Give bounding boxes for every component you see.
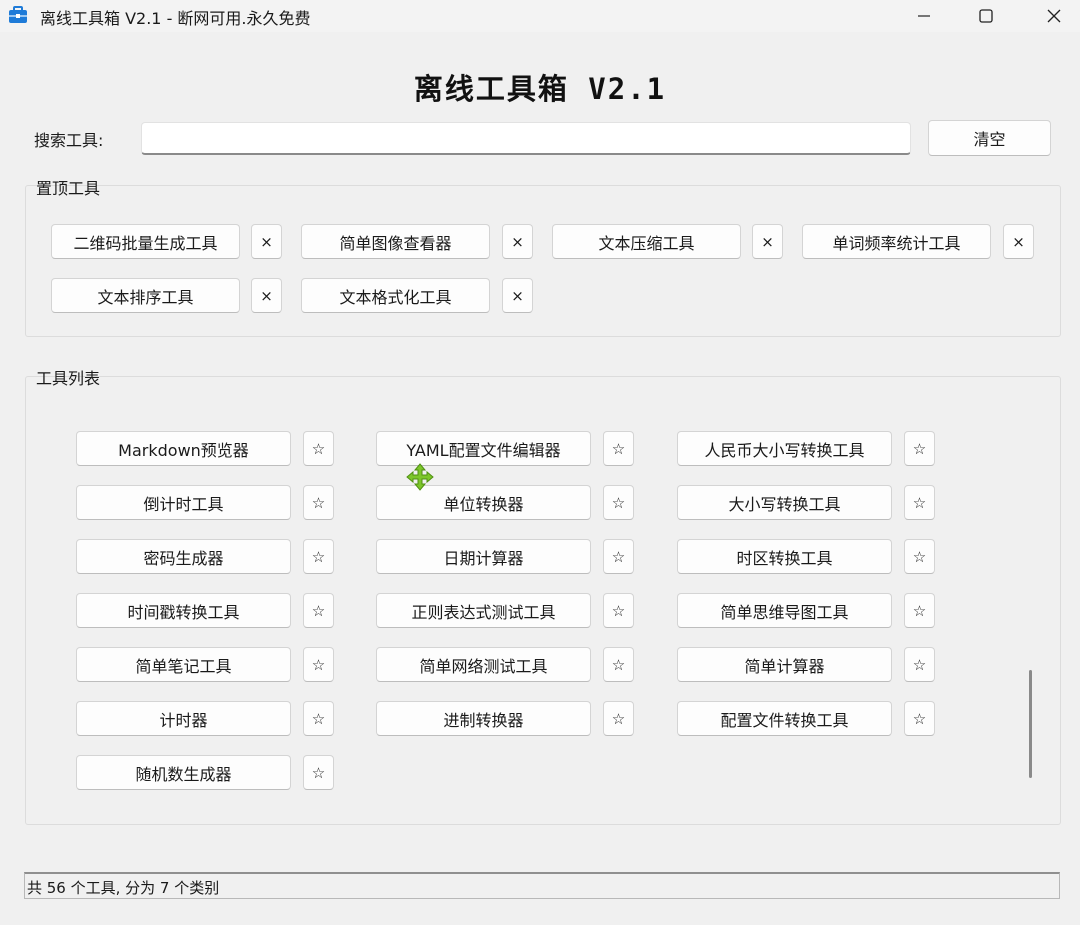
star-icon: ☆ [912, 601, 927, 620]
search-label: 搜索工具: [34, 131, 104, 150]
minimize-button[interactable] [894, 0, 954, 32]
tool-button[interactable]: 密码生成器 [76, 539, 291, 574]
pinned-tool-button[interactable]: 单词频率统计工具 [802, 224, 991, 259]
search-input[interactable] [141, 122, 911, 155]
tool-button[interactable]: 配置文件转换工具 [677, 701, 892, 736]
close-button[interactable] [1024, 0, 1080, 32]
app-window: 离线工具箱 V2.1 - 断网可用.永久免费 离线工具箱 V2.1 搜索工具: … [0, 0, 1080, 925]
tool-button[interactable]: 随机数生成器 [76, 755, 291, 790]
unpin-button[interactable]: × [502, 278, 533, 313]
pin-button[interactable]: ☆ [303, 539, 334, 574]
star-icon: ☆ [611, 439, 626, 458]
pin-button[interactable]: ☆ [303, 431, 334, 466]
pin-button[interactable]: ☆ [303, 647, 334, 682]
close-icon: × [1012, 232, 1025, 251]
star-icon: ☆ [611, 547, 626, 566]
star-icon: ☆ [311, 709, 326, 728]
close-icon [1046, 8, 1062, 24]
pin-button[interactable]: ☆ [904, 647, 935, 682]
title-bar[interactable]: 离线工具箱 V2.1 - 断网可用.永久免费 [0, 0, 1080, 32]
minimize-icon [916, 8, 932, 24]
star-icon: ☆ [611, 709, 626, 728]
pinned-tool-button[interactable]: 文本格式化工具 [301, 278, 490, 313]
tool-button[interactable]: 日期计算器 [376, 539, 591, 574]
unpin-button[interactable]: × [1003, 224, 1034, 259]
tool-button[interactable]: 简单网络测试工具 [376, 647, 591, 682]
tool-button[interactable]: 大小写转换工具 [677, 485, 892, 520]
scrollbar-track[interactable] [1018, 410, 1022, 802]
pin-button[interactable]: ☆ [904, 701, 935, 736]
unpin-button[interactable]: × [251, 278, 282, 313]
maximize-button[interactable] [956, 0, 1016, 32]
unpin-button[interactable]: × [502, 224, 533, 259]
tool-button[interactable]: 简单思维导图工具 [677, 593, 892, 628]
tool-button[interactable]: 人民币大小写转换工具 [677, 431, 892, 466]
pin-button[interactable]: ☆ [303, 755, 334, 790]
close-icon: × [761, 232, 774, 251]
tool-button[interactable]: 简单计算器 [677, 647, 892, 682]
pin-button[interactable]: ☆ [603, 539, 634, 574]
pin-button[interactable]: ☆ [603, 701, 634, 736]
close-icon: × [511, 286, 524, 305]
pin-button[interactable]: ☆ [603, 593, 634, 628]
close-icon: × [260, 286, 273, 305]
star-icon: ☆ [912, 547, 927, 566]
status-bar: 共 56 个工具, 分为 7 个类别 [24, 872, 1060, 899]
star-icon: ☆ [311, 763, 326, 782]
pin-button[interactable]: ☆ [303, 701, 334, 736]
tool-button[interactable]: Markdown预览器 [76, 431, 291, 466]
maximize-icon [978, 8, 994, 24]
pinned-tool-button[interactable]: 简单图像查看器 [301, 224, 490, 259]
tool-button[interactable]: 时区转换工具 [677, 539, 892, 574]
unpin-button[interactable]: × [251, 224, 282, 259]
pin-button[interactable]: ☆ [603, 485, 634, 520]
star-icon: ☆ [912, 439, 927, 458]
pin-button[interactable]: ☆ [603, 431, 634, 466]
app-heading: 离线工具箱 V2.1 [413, 72, 667, 106]
tool-button[interactable]: 时间戳转换工具 [76, 593, 291, 628]
star-icon: ☆ [912, 655, 927, 674]
tool-button[interactable]: 倒计时工具 [76, 485, 291, 520]
pinned-tool-button[interactable]: 文本压缩工具 [552, 224, 741, 259]
tool-button[interactable]: 进制转换器 [376, 701, 591, 736]
scrollbar-thumb[interactable] [1029, 670, 1032, 778]
star-icon: ☆ [912, 493, 927, 512]
tool-button[interactable]: 计时器 [76, 701, 291, 736]
star-icon: ☆ [311, 493, 326, 512]
star-icon: ☆ [311, 655, 326, 674]
window-title: 离线工具箱 V2.1 - 断网可用.永久免费 [40, 9, 311, 28]
star-icon: ☆ [912, 709, 927, 728]
unpin-button[interactable]: × [752, 224, 783, 259]
pinned-tool-button[interactable]: 文本排序工具 [51, 278, 240, 313]
tool-button[interactable]: 简单笔记工具 [76, 647, 291, 682]
toolbox-icon [8, 6, 28, 24]
close-icon: × [260, 232, 273, 251]
pin-button[interactable]: ☆ [904, 431, 935, 466]
tool-button[interactable]: 正则表达式测试工具 [376, 593, 591, 628]
pin-button[interactable]: ☆ [904, 539, 935, 574]
tool-button[interactable]: YAML配置文件编辑器 [376, 431, 591, 466]
pin-button[interactable]: ☆ [303, 593, 334, 628]
pin-button[interactable]: ☆ [904, 593, 935, 628]
pinned-tool-button[interactable]: 二维码批量生成工具 [51, 224, 240, 259]
star-icon: ☆ [311, 439, 326, 458]
clear-button[interactable]: 清空 [928, 120, 1051, 156]
star-icon: ☆ [311, 601, 326, 620]
pin-button[interactable]: ☆ [603, 647, 634, 682]
pinned-tools-title: 置顶工具 [36, 179, 101, 198]
star-icon: ☆ [311, 547, 326, 566]
pin-button[interactable]: ☆ [904, 485, 935, 520]
star-icon: ☆ [611, 601, 626, 620]
star-icon: ☆ [611, 655, 626, 674]
move-cursor-icon [406, 463, 434, 491]
close-icon: × [511, 232, 524, 251]
tool-list-title: 工具列表 [36, 369, 101, 388]
star-icon: ☆ [611, 493, 626, 512]
pinned-tools-group [25, 185, 1061, 337]
pin-button[interactable]: ☆ [303, 485, 334, 520]
